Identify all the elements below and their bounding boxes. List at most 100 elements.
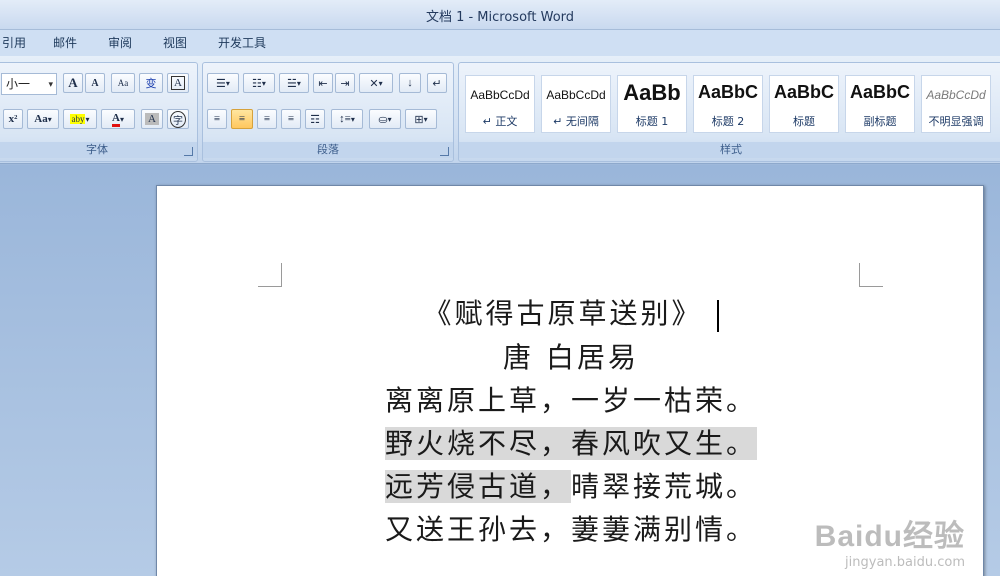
chevron-down-icon: ▾	[350, 114, 355, 124]
font-color-button[interactable]: A ▾	[101, 109, 135, 129]
dialog-launcher-icon[interactable]	[184, 147, 193, 156]
style-heading-2[interactable]: AaBbC 标题 2	[693, 75, 763, 133]
chevron-down-icon: ▾	[387, 114, 392, 124]
increase-indent-button[interactable]: ⇥	[335, 73, 355, 93]
style-name: ↵ 无间隔	[553, 115, 599, 128]
grow-font-button[interactable]: A	[63, 73, 83, 93]
chevron-down-icon: ▾	[225, 78, 230, 88]
font-group-label: 字体	[0, 142, 197, 158]
style-title[interactable]: AaBbC 标题	[769, 75, 839, 133]
sort-icon: ↓	[407, 77, 413, 89]
justify-button[interactable]: ≡	[281, 109, 301, 129]
window-title: 文档 1 - Microsoft Word	[425, 10, 575, 25]
chevron-down-icon: ▾	[85, 114, 90, 124]
bullets-button[interactable]: ☰ ▾	[207, 73, 239, 93]
poem-title-line[interactable]: 《赋得古原草送别》	[157, 294, 985, 334]
style-name: 标题	[793, 115, 815, 128]
chinese-layout-button[interactable]: ✕ ▾	[359, 73, 393, 93]
phonetic-guide-button[interactable]: 变	[139, 73, 163, 93]
margin-corner-mark	[859, 263, 883, 287]
align-right-icon: ≡	[263, 113, 271, 125]
styles-group-label: 样式	[459, 142, 1000, 158]
tab-review[interactable]: 审阅	[104, 34, 136, 54]
numbering-icon: ☷	[252, 77, 262, 90]
font-size-select[interactable]: 小一 ▾	[1, 73, 57, 95]
text-cursor	[716, 299, 719, 332]
grow-font-icon: A	[68, 75, 78, 90]
chevron-down-icon: ▾	[423, 114, 428, 124]
clear-format-button[interactable]: Aa	[111, 73, 135, 93]
style-no-spacing[interactable]: AaBbCcDd ↵ 无间隔	[541, 75, 611, 133]
align-left-icon: ≡	[213, 113, 221, 125]
shading-button[interactable]: ⛀ ▾	[369, 109, 401, 129]
highlight-button[interactable]: aby ▾	[63, 109, 97, 129]
style-sample: AaBbC	[697, 82, 758, 102]
change-case-button[interactable]: Aa ▾	[27, 109, 59, 129]
distributed-button[interactable]: ☶	[305, 109, 325, 129]
watermark-url: jingyan.baidu.com	[845, 555, 965, 570]
align-center-button[interactable]: ≡	[231, 109, 253, 129]
show-marks-button[interactable]: ↵	[427, 73, 447, 93]
decrease-indent-button[interactable]: ⇤	[313, 73, 333, 93]
style-normal[interactable]: AaBbCcDd ↵ 正文	[465, 75, 535, 133]
paragraph-mark-icon: ↵	[432, 77, 442, 90]
font-group: 小一 ▾ A A Aa 变 A x² Aa ▾ aby ▾ A ▾ A 字 字体	[0, 62, 198, 162]
change-case-icon: Aa	[34, 113, 48, 125]
style-name: 标题 1	[635, 115, 669, 128]
distributed-icon: ☶	[310, 113, 320, 126]
align-right-button[interactable]: ≡	[257, 109, 277, 129]
sort-button[interactable]: ↓	[399, 73, 421, 93]
align-left-button[interactable]: ≡	[207, 109, 227, 129]
style-sample: AaBbC	[773, 82, 834, 102]
poem-line-3[interactable]: 远芳侵古道，晴翠接荒城。	[157, 467, 985, 507]
superscript-icon: x²	[8, 113, 18, 125]
superscript-button[interactable]: x²	[3, 109, 23, 129]
title-bar: 文档 1 - Microsoft Word	[0, 0, 1000, 30]
poem-line-2[interactable]: 野火烧不尽，春风吹又生。	[157, 424, 985, 464]
tab-references[interactable]: 引用	[0, 34, 30, 54]
style-subtitle[interactable]: AaBbC 副标题	[845, 75, 915, 133]
style-name: 不明显强调	[928, 115, 984, 128]
char-border-icon: A	[171, 76, 185, 90]
char-shading-icon: A	[145, 113, 159, 125]
paragraph-group-label: 段落	[203, 142, 453, 158]
style-subtle-emphasis[interactable]: AaBbCcDd 不明显强调	[921, 75, 991, 133]
poem-line-1[interactable]: 离离原上草，一岁一枯荣。	[157, 381, 985, 421]
enclose-char-icon: 字	[170, 110, 186, 128]
watermark-brand: Baidu经验	[814, 520, 965, 553]
tab-developer[interactable]: 开发工具	[214, 34, 270, 54]
tab-view[interactable]: 视图	[159, 34, 191, 54]
ribbon: 小一 ▾ A A Aa 变 A x² Aa ▾ aby ▾ A ▾ A 字 字体 ☰ ▾…	[0, 56, 1000, 164]
chevron-down-icon: ▾	[296, 78, 301, 88]
style-sample: AaBbC	[849, 82, 910, 102]
shrink-font-button[interactable]: A	[85, 73, 105, 93]
multilevel-list-button[interactable]: ☱ ▾	[279, 73, 309, 93]
poem-author[interactable]: 唐 白居易	[157, 338, 985, 378]
justify-icon: ≡	[287, 113, 295, 125]
style-name: ↵ 正文	[482, 115, 518, 128]
styles-group: AaBbCcDd ↵ 正文 AaBbCcDd ↵ 无间隔 AaBb 标题 1 A…	[458, 62, 1000, 162]
borders-icon: ⊞	[414, 113, 424, 126]
style-sample: AaBbCcDd	[546, 88, 606, 102]
chevron-down-icon: ▾	[119, 114, 124, 124]
tab-mailings[interactable]: 邮件	[49, 34, 81, 54]
style-sample: AaBbCcDd	[470, 88, 530, 102]
char-shading-button[interactable]: A	[141, 109, 163, 129]
paragraph-group: ☰ ▾ ☷ ▾ ☱ ▾ ⇤ ⇥ ✕ ▾ ↓ ↵ ≡ ≡ ≡ ≡ ☶ ↕≡ ▾ ⛀ ▾ ⊞ ▾ …	[202, 62, 454, 162]
document-page[interactable]: 《赋得古原草送别》 唐 白居易 离离原上草，一岁一枯荣。 野火烧不尽，春风吹又生…	[156, 185, 984, 576]
enclose-char-button[interactable]: 字	[167, 109, 189, 129]
numbering-button[interactable]: ☷ ▾	[243, 73, 275, 93]
paint-bucket-icon: ⛀	[378, 113, 388, 126]
font-size-value: 小一	[6, 77, 31, 91]
style-heading-1[interactable]: AaBb 标题 1	[617, 75, 687, 133]
document-workspace: 《赋得古原草送别》 唐 白居易 离离原上草，一岁一枯荣。 野火烧不尽，春风吹又生…	[0, 165, 1000, 576]
borders-button[interactable]: ⊞ ▾	[405, 109, 437, 129]
line-spacing-button[interactable]: ↕≡ ▾	[331, 109, 363, 129]
poem-title: 《赋得古原草送别》	[423, 297, 703, 330]
ribbon-tab-row: 引用 邮件 审阅 视图 开发工具	[0, 30, 1000, 56]
selected-text: 野火烧不尽，春风吹又生。	[384, 427, 757, 460]
style-name: 标题 2	[711, 115, 745, 128]
char-border-button[interactable]: A	[167, 73, 189, 93]
chevron-down-icon: ▾	[48, 80, 53, 90]
dialog-launcher-icon[interactable]	[440, 147, 449, 156]
